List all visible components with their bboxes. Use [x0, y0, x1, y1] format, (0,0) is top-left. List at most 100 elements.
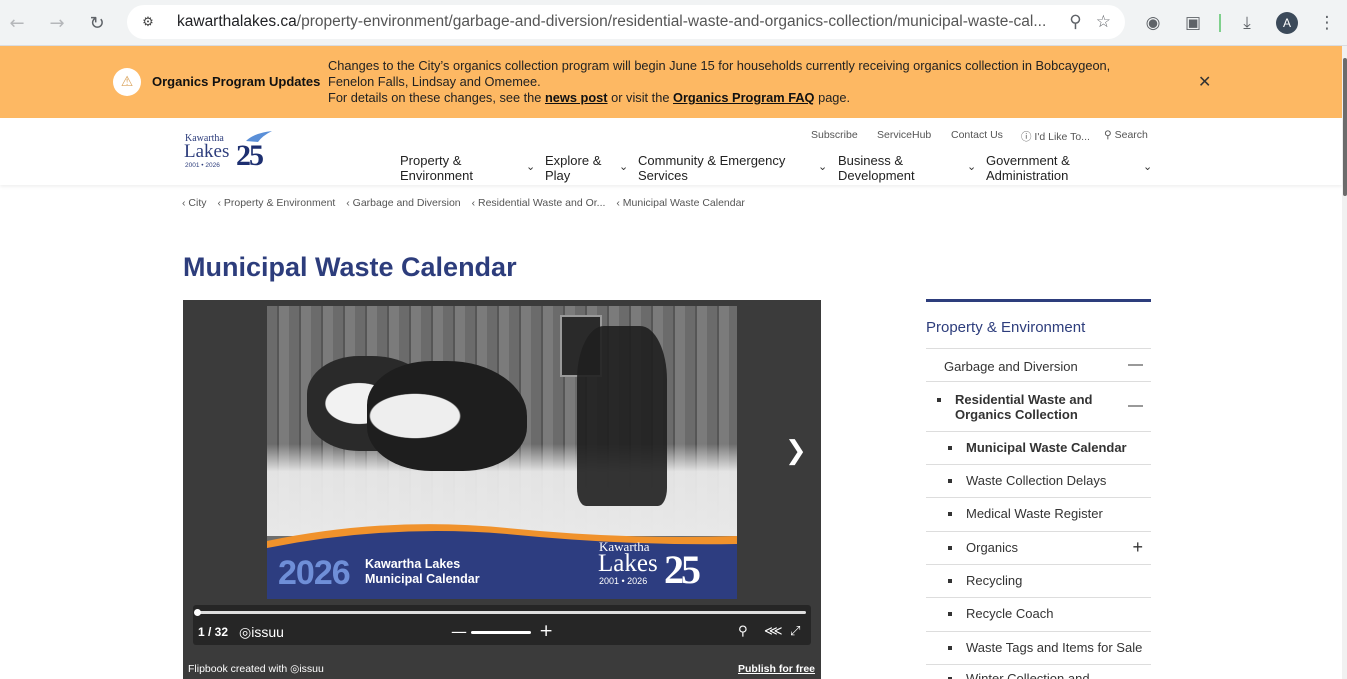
flipbook-embed[interactable]: 2026 Kawartha Lakes Municipal Calendar Ka…: [183, 300, 821, 679]
breadcrumb: ‹ City ‹ Property & Environment ‹ Garbag…: [182, 197, 753, 209]
page-title: Municipal Waste Calendar: [183, 252, 517, 282]
back-icon[interactable]: ←: [3, 9, 31, 37]
browser-toolbar: ← → ↻ ⚙ kawarthalakes.ca/property-enviro…: [0, 0, 1347, 46]
nav-explore-play[interactable]: Explore & Play: [545, 153, 601, 183]
collapse-icon[interactable]: —: [1128, 356, 1143, 373]
alert-message: Changes to the City’s organics collectio…: [328, 58, 1148, 106]
sidenav-item-label: Residential Waste and Organics Collection: [955, 392, 1093, 422]
logo-line-2: Lakes: [184, 141, 230, 162]
collapse-icon[interactable]: —: [1128, 397, 1143, 414]
search-icon: ⚲: [1104, 129, 1115, 141]
site-info-icon[interactable]: ⚙: [139, 13, 157, 31]
zoom-out-icon[interactable]: —: [451, 622, 467, 641]
news-post-link[interactable]: news post: [545, 90, 608, 105]
flipbook-footer: Flipbook created with ◎issuu Publish for…: [183, 657, 821, 679]
sidenav-item-medical-waste-register[interactable]: Medical Waste Register: [926, 497, 1151, 531]
nav-government-administration[interactable]: Government & Administration: [986, 153, 1070, 183]
section-sidenav: Property & Environment Garbage and Diver…: [926, 299, 1151, 679]
servicehub-link[interactable]: ServiceHub: [877, 129, 931, 141]
toolbar-separator: [1219, 14, 1221, 32]
alert-title: Organics Program Updates: [152, 74, 321, 89]
forward-icon[interactable]: →: [43, 9, 71, 37]
address-bar[interactable]: ⚙ kawarthalakes.ca/property-environment/…: [127, 5, 1125, 39]
flipbook-credit[interactable]: Flipbook created with ◎issuu: [188, 663, 324, 675]
breadcrumb-garbage-diversion[interactable]: ‹ Garbage and Diversion: [346, 197, 464, 209]
calendar-cover[interactable]: 2026 Kawartha Lakes Municipal Calendar Ka…: [267, 306, 737, 599]
reload-icon[interactable]: ↻: [83, 9, 111, 37]
chevron-down-icon[interactable]: ⌄: [818, 160, 827, 173]
sidenav-item-waste-collection-delays[interactable]: Waste Collection Delays: [926, 464, 1151, 497]
nav-label-line-1: Explore &: [545, 153, 602, 168]
zoom-slider[interactable]: [471, 631, 531, 634]
alert-banner: ⚠ Organics Program Updates Changes to th…: [0, 46, 1342, 118]
bookmark-star-icon[interactable]: ☆: [1096, 12, 1111, 32]
issuu-mark-icon: ◎: [239, 624, 252, 640]
breadcrumb-residential-waste[interactable]: ‹ Residential Waste and Or...: [472, 197, 610, 209]
extensions-puzzle-icon[interactable]: ▣: [1173, 9, 1213, 37]
chevron-down-icon[interactable]: ⌄: [1143, 160, 1152, 173]
expand-icon[interactable]: +: [1132, 537, 1143, 558]
nav-label-line-1: Property &: [400, 153, 462, 168]
breadcrumb-city[interactable]: ‹ City: [182, 197, 211, 209]
scrollbar-thumb[interactable]: [1343, 58, 1347, 196]
logo-years: 2001 • 2026: [185, 162, 220, 169]
nav-property-environment[interactable]: Property & Environment: [400, 153, 473, 183]
page-indicator: 1 / 32: [198, 625, 229, 639]
extension-planet-icon[interactable]: ◉: [1133, 9, 1173, 37]
bullet: [948, 479, 952, 483]
sidenav-item-recycle-coach[interactable]: Recycle Coach: [926, 597, 1151, 631]
chevron-down-icon[interactable]: ⌄: [619, 160, 628, 173]
chevron-down-icon[interactable]: ⌄: [967, 160, 976, 173]
alert-line-3: For details on these changes, see the ne…: [328, 90, 1148, 106]
sidenav-item-municipal-waste-calendar[interactable]: Municipal Waste Calendar: [926, 431, 1151, 464]
page-progress-bar[interactable]: [198, 611, 806, 614]
oxen-right: [367, 361, 527, 471]
sidenav-item-waste-tags[interactable]: Waste Tags and Items for Sale: [926, 631, 1151, 664]
search-icon[interactable]: ⚲: [738, 624, 748, 639]
zoom-icon[interactable]: ⚲: [1069, 12, 1081, 32]
nav-business-development[interactable]: Business & Development: [838, 153, 915, 183]
menu-kebab-icon[interactable]: ⋮: [1307, 9, 1347, 37]
sidenav-item-recycling[interactable]: Recycling: [926, 564, 1151, 597]
download-icon[interactable]: ⤓: [1227, 9, 1267, 37]
sidenav-item-label: Waste Collection Delays: [966, 473, 1107, 488]
organics-faq-link[interactable]: Organics Program FAQ: [673, 90, 815, 105]
sidenav-title[interactable]: Property & Environment: [926, 319, 1085, 336]
sidenav-item-label: Winter Collection and: [966, 671, 1090, 679]
breadcrumb-property-environment[interactable]: ‹ Property & Environment: [217, 197, 339, 209]
page-progress-handle[interactable]: [194, 609, 201, 616]
logo-number: 25: [236, 139, 264, 172]
nav-community-emergency[interactable]: Community & Emergency Services: [638, 153, 785, 183]
sidenav-item-winter-collection[interactable]: Winter Collection and: [926, 664, 1151, 679]
fullscreen-icon[interactable]: ⤢: [790, 624, 800, 639]
cover-logo-years: 2001 • 2026: [599, 576, 648, 586]
contact-link[interactable]: Contact Us: [951, 129, 1003, 141]
next-page-icon[interactable]: ❯: [785, 436, 807, 466]
issuu-logo[interactable]: ◎issuu: [239, 624, 284, 641]
url-text[interactable]: kawarthalakes.ca/property-environment/ga…: [177, 13, 1057, 31]
sidenav-item-label: Waste Tags and Items for Sale: [966, 640, 1143, 655]
cover-year: 2026: [278, 554, 351, 592]
bullet: [937, 398, 941, 402]
alert-line-3-pre: For details on these changes, see the: [328, 90, 545, 105]
sidenav-item-residential-waste[interactable]: Residential Waste and Organics Collection…: [926, 381, 1151, 431]
sidenav-item-organics[interactable]: Organics +: [926, 531, 1151, 564]
search-link[interactable]: ⚲ Search: [1104, 129, 1148, 141]
flipbook-credit-label: Flipbook created with: [188, 663, 288, 675]
nav-label-line-2: Environment: [400, 168, 473, 183]
avatar: A: [1276, 12, 1298, 34]
publish-for-free-link[interactable]: Publish for free: [738, 663, 815, 675]
profile-button[interactable]: A: [1267, 9, 1307, 37]
nav-label-line-1: Community & Emergency: [638, 153, 786, 168]
id-like-to-link[interactable]: ⓘ I'd Like To...: [1021, 129, 1090, 144]
zoom-in-icon[interactable]: +: [539, 621, 553, 641]
sidenav-item-label: Recycle Coach: [966, 606, 1054, 621]
share-icon[interactable]: ⋘: [764, 624, 783, 639]
nav-label-line-2: Development: [838, 168, 915, 183]
subscribe-link[interactable]: Subscribe: [811, 129, 858, 141]
sidenav-item-garbage-diversion[interactable]: Garbage and Diversion —: [926, 348, 1151, 381]
chevron-down-icon[interactable]: ⌄: [526, 160, 535, 173]
close-icon[interactable]: ✕: [1198, 72, 1211, 91]
nav-label-line-2: Play: [545, 168, 571, 183]
site-logo[interactable]: Kawartha Lakes 2001 • 2026 25: [184, 131, 276, 173]
